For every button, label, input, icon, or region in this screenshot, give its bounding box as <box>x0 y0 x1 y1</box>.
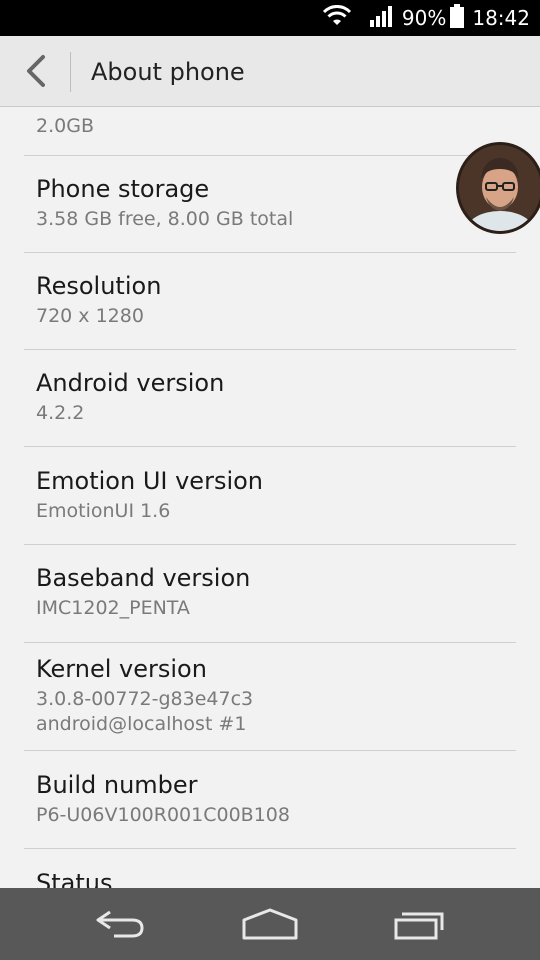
nav-recent-apps-button[interactable] <box>360 888 480 960</box>
item-title: Resolution <box>36 272 162 300</box>
back-icon <box>96 910 144 938</box>
item-value: P6-U06V100R001C00B108 <box>36 804 290 826</box>
item-title: Phone storage <box>36 175 210 203</box>
divider <box>24 642 516 643</box>
divider <box>24 848 516 849</box>
wifi-icon <box>322 4 352 32</box>
list-item-resolution[interactable]: Resolution 720 x 1280 <box>36 272 516 329</box>
list-item-kernel-version[interactable]: Kernel version 3.0.8-00772-g83e47c3 andr… <box>36 655 516 737</box>
chevron-left-icon <box>27 55 45 87</box>
item-title: Baseband version <box>36 564 251 592</box>
person-photo <box>459 145 540 231</box>
item-title: Emotion UI version <box>36 467 264 495</box>
list-item-status[interactable]: Status <box>36 869 516 888</box>
divider <box>24 349 516 350</box>
settings-list[interactable]: 2.0GB Phone storage 3.58 GB free, 8.00 G… <box>0 107 540 888</box>
divider <box>24 750 516 751</box>
battery-icon <box>450 3 465 33</box>
list-item-memory[interactable]: 2.0GB <box>36 114 516 139</box>
divider <box>24 155 516 156</box>
navigation-bar <box>0 888 540 960</box>
clock: 18:42 <box>472 6 530 30</box>
item-title: Android version <box>36 369 225 397</box>
divider <box>24 446 516 447</box>
item-title: Status <box>36 869 113 888</box>
battery-percent: 90% <box>401 6 447 30</box>
item-value: 720 x 1280 <box>36 305 144 327</box>
chat-head-avatar[interactable] <box>456 142 540 234</box>
signal-icon <box>369 5 394 32</box>
item-value: IMC1202_PENTA <box>36 597 190 619</box>
item-value: EmotionUI 1.6 <box>36 500 171 522</box>
status-bar: 90% 18:42 <box>0 0 540 36</box>
item-title: Build number <box>36 771 198 799</box>
divider <box>24 544 516 545</box>
back-button[interactable] <box>0 36 70 106</box>
recent-apps-icon <box>394 912 444 940</box>
list-item-phone-storage[interactable]: Phone storage 3.58 GB free, 8.00 GB tota… <box>36 175 516 232</box>
item-value: 3.58 GB free, 8.00 GB total <box>36 208 294 230</box>
list-item-baseband-version[interactable]: Baseband version IMC1202_PENTA <box>36 564 516 621</box>
divider <box>24 252 516 253</box>
item-value: android@localhost #1 <box>36 713 247 735</box>
list-item-android-version[interactable]: Android version 4.2.2 <box>36 369 516 426</box>
nav-home-button[interactable] <box>210 888 330 960</box>
list-item-emotion-ui-version[interactable]: Emotion UI version EmotionUI 1.6 <box>36 467 516 524</box>
item-value: 3.0.8-00772-g83e47c3 <box>36 688 254 710</box>
nav-back-button[interactable] <box>60 888 180 960</box>
item-value: 2.0GB <box>36 115 94 137</box>
item-title: Kernel version <box>36 655 207 683</box>
item-value: 4.2.2 <box>36 402 85 424</box>
title-divider <box>70 52 71 92</box>
home-icon <box>242 908 298 940</box>
list-item-build-number[interactable]: Build number P6-U06V100R001C00B108 <box>36 771 516 828</box>
page-title: About phone <box>91 58 245 86</box>
title-bar: About phone <box>0 36 540 107</box>
status-icons: 90% 18:42 <box>322 0 530 36</box>
